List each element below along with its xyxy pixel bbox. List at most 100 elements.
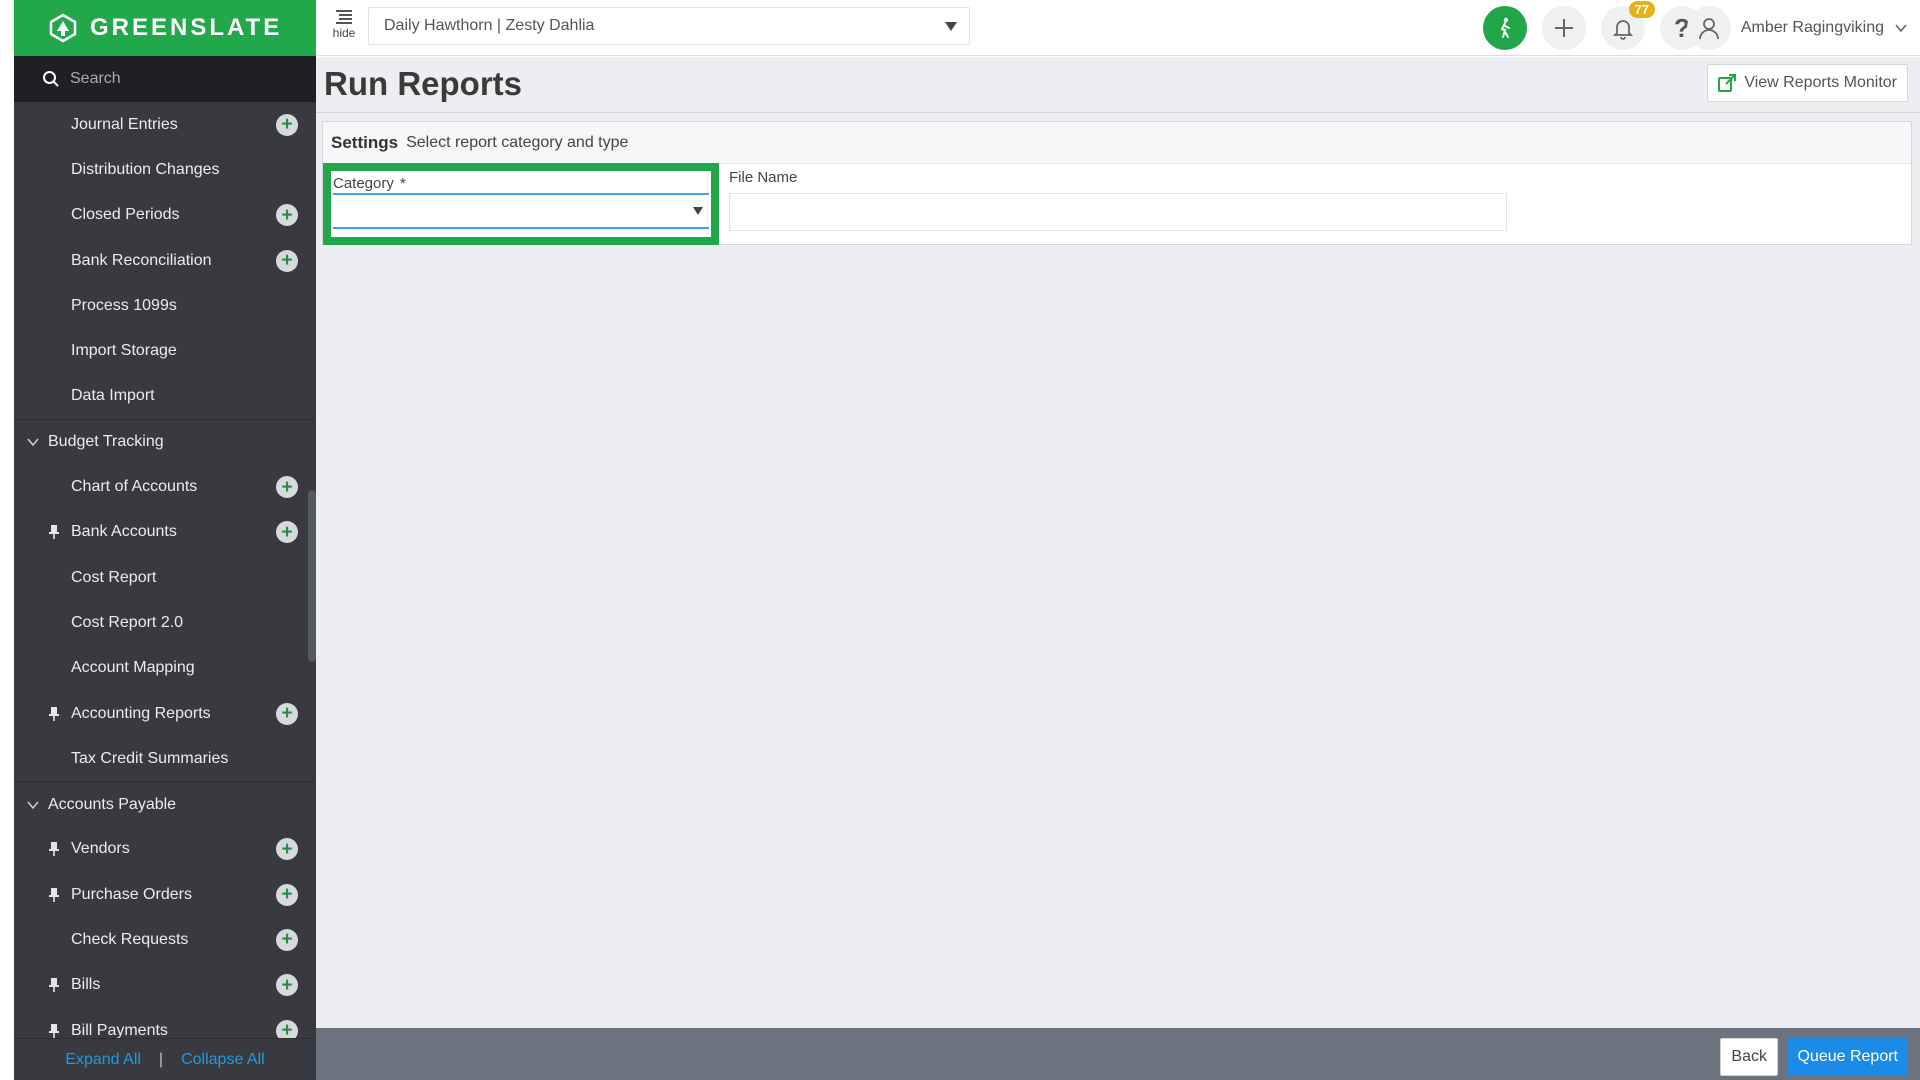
sidebar-item[interactable]: Cost Report 2.0	[14, 600, 316, 645]
sidebar-item[interactable]: Bills +	[14, 963, 316, 1008]
sidebar-item-label: Closed Periods	[71, 206, 180, 224]
pin-icon[interactable]	[48, 1023, 60, 1038]
sidebar-item-label: Import Storage	[71, 342, 177, 360]
quick-add-button[interactable]	[1542, 6, 1586, 50]
brand-header[interactable]: GREENSLATE	[14, 0, 316, 56]
settings-title: Settings	[331, 132, 399, 152]
title-divider	[316, 112, 1920, 113]
sidebar-item[interactable]: Bill Payments +	[14, 1008, 316, 1038]
file-name-input[interactable]	[729, 193, 1507, 231]
add-plus-icon[interactable]: +	[276, 974, 298, 997]
sidebar-item[interactable]: Journal Entries +	[14, 102, 316, 147]
pin-icon[interactable]	[48, 978, 60, 993]
sidebar-item[interactable]: Check Requests +	[14, 917, 316, 962]
plus-icon	[1555, 19, 1573, 37]
pin-icon[interactable]	[48, 706, 60, 721]
chevron-down-icon	[1895, 24, 1907, 33]
settings-subtitle: Select report category and type	[406, 133, 629, 151]
view-reports-monitor-button[interactable]: View Reports Monitor	[1707, 64, 1908, 102]
caret-down-icon	[693, 207, 703, 215]
sidebar-item[interactable]: Distribution Changes	[14, 147, 316, 192]
add-plus-icon[interactable]: +	[276, 476, 298, 499]
sidebar-item-label: Bank Accounts	[71, 523, 177, 541]
menu-list-icon	[336, 10, 352, 24]
sidebar-item-label: Cost Report 2.0	[71, 613, 184, 631]
sidebar-scrollbar[interactable]	[308, 490, 316, 662]
pin-icon[interactable]	[48, 887, 60, 902]
sidebar-item[interactable]: Purchase Orders +	[14, 872, 316, 917]
user-name: Amber Ragingviking	[1740, 19, 1884, 36]
sidebar-section-header[interactable]: Accounts Payable	[14, 781, 316, 826]
view-reports-monitor-label: View Reports Monitor	[1744, 74, 1897, 91]
expand-all-link[interactable]: Expand All	[65, 1051, 141, 1069]
brand-name: GREENSLATE	[90, 14, 283, 41]
sidebar-section-header[interactable]: Budget Tracking	[14, 419, 316, 464]
sidebar-item-label: Bill Payments	[71, 1021, 168, 1038]
chevron-down-icon	[27, 801, 39, 809]
sidebar-section-label: Accounts Payable	[48, 795, 177, 813]
entity-selector[interactable]: Daily Hawthorn | Zesty Dahlia	[368, 7, 970, 45]
sidebar-item[interactable]: Process 1099s	[14, 283, 316, 328]
sidebar-item-label: Chart of Accounts	[71, 478, 198, 496]
pin-icon[interactable]	[48, 525, 60, 540]
sidebar-section-label: Budget Tracking	[48, 433, 164, 451]
sidebar-item[interactable]: Import Storage	[14, 328, 316, 373]
add-plus-icon[interactable]: +	[276, 1019, 298, 1038]
sidebar-item[interactable]: Tax Credit Summaries	[14, 736, 316, 781]
category-field-highlight: Category *	[323, 163, 719, 245]
sidebar-item-label: Data Import	[71, 387, 155, 405]
sidebar-item[interactable]: Bank Reconciliation +	[14, 238, 316, 283]
person-walking-icon	[1500, 17, 1510, 38]
category-label: Category *	[333, 175, 711, 192]
main-content: Run Reports View Reports Monitor Setting…	[316, 57, 1920, 1028]
category-label-text: Category	[333, 175, 394, 192]
add-plus-icon[interactable]: +	[276, 702, 298, 725]
sidebar-item-label: Distribution Changes	[71, 160, 220, 178]
add-plus-icon[interactable]: +	[276, 204, 298, 227]
sidebar-item[interactable]: Vendors +	[14, 827, 316, 872]
sidebar: GREENSLATE Search Journal Entries + Distri…	[14, 0, 316, 1080]
collapse-all-link[interactable]: Collapse All	[181, 1051, 265, 1069]
notifications-button[interactable]: 77	[1601, 1, 1655, 50]
sidebar-item[interactable]: Account Mapping	[14, 646, 316, 691]
caret-down-icon	[945, 22, 957, 31]
sidebar-item[interactable]: Accounting Reports +	[14, 691, 316, 736]
search-input[interactable]: Search	[70, 70, 121, 88]
sidebar-item-label: Journal Entries	[71, 115, 178, 133]
sidebar-item-label: Tax Credit Summaries	[71, 749, 229, 767]
sidebar-item-label: Bank Reconciliation	[71, 251, 212, 269]
chevron-down-icon	[27, 438, 39, 447]
sidebar-item-label: Purchase Orders	[71, 885, 192, 903]
bell-icon	[1612, 20, 1634, 40]
page-title: Run Reports	[324, 65, 522, 102]
sidebar-item-label: Account Mapping	[71, 659, 195, 677]
search-icon	[43, 71, 59, 87]
entity-selector-value: Daily Hawthorn | Zesty Dahlia	[384, 17, 595, 34]
sidebar-search[interactable]: Search	[14, 56, 316, 102]
user-menu[interactable]: Amber Ragingviking	[1686, 6, 1908, 50]
sidebar-nav: Journal Entries + Distribution Changes Clos…	[14, 102, 316, 1038]
add-plus-icon[interactable]: +	[276, 883, 298, 906]
sidebar-item-label: Bills	[71, 976, 101, 994]
hide-sidebar-button[interactable]: hide	[329, 10, 359, 40]
add-plus-icon[interactable]: +	[276, 838, 298, 861]
sidebar-item[interactable]: Cost Report	[14, 555, 316, 600]
add-plus-icon[interactable]: +	[276, 249, 298, 272]
add-plus-icon[interactable]: +	[276, 521, 298, 544]
add-plus-icon[interactable]: +	[276, 928, 298, 951]
queue-report-button[interactable]: Queue Report	[1787, 1038, 1908, 1076]
back-button[interactable]: Back	[1720, 1038, 1778, 1076]
sidebar-item[interactable]: Closed Periods +	[14, 193, 316, 238]
category-select[interactable]	[333, 193, 709, 229]
settings-panel: Settings Select report category and type…	[322, 121, 1912, 245]
walkthrough-button[interactable]	[1483, 6, 1527, 50]
app-window: GREENSLATE Search Journal Entries + Distri…	[0, 0, 1920, 1080]
sidebar-item-label: Vendors	[71, 840, 130, 858]
add-plus-icon[interactable]: +	[276, 113, 298, 136]
sidebar-item[interactable]: Bank Accounts +	[14, 510, 316, 555]
pin-icon[interactable]	[48, 842, 60, 857]
sidebar-item[interactable]: Chart of Accounts +	[14, 464, 316, 509]
greenslate-logo-icon	[49, 13, 77, 43]
sidebar-item[interactable]: Data Import	[14, 374, 316, 419]
sidebar-item-label: Process 1099s	[71, 296, 177, 314]
